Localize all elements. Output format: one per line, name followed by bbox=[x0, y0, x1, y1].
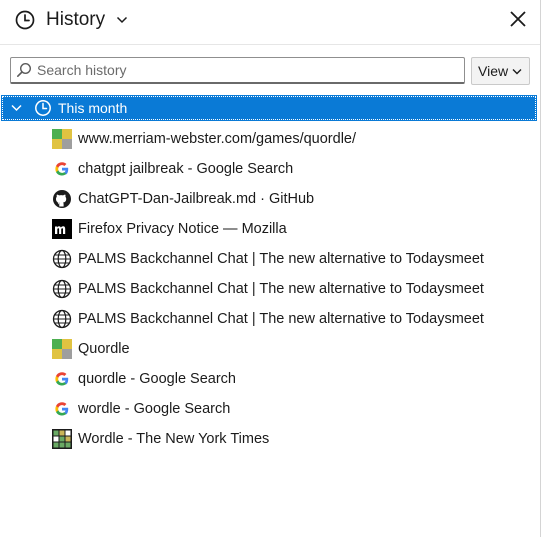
group-label: This month bbox=[58, 100, 128, 116]
view-button[interactable]: View bbox=[471, 57, 530, 85]
sidebar-splitter[interactable] bbox=[540, 0, 541, 537]
history-item[interactable]: PALMS Backchannel Chat | The new alterna… bbox=[52, 245, 532, 273]
history-item[interactable]: wordle - Google Search bbox=[52, 395, 532, 423]
github-icon bbox=[53, 190, 71, 208]
history-item-title: PALMS Backchannel Chat | The new alterna… bbox=[78, 281, 484, 297]
history-item[interactable]: ChatGPT-Dan-Jailbreak.md · GitHub bbox=[52, 185, 532, 213]
history-item-title: Wordle - The New York Times bbox=[78, 431, 270, 447]
history-item-title: PALMS Backchannel Chat | The new alterna… bbox=[78, 251, 484, 267]
history-item-title: chatgpt jailbreak - Google Search bbox=[78, 161, 294, 177]
view-button-label: View bbox=[478, 63, 509, 79]
chevron-down-icon[interactable] bbox=[11, 104, 22, 112]
clock-icon bbox=[15, 10, 35, 30]
sidebar-title[interactable]: History bbox=[46, 9, 105, 31]
quordle-favicon-icon bbox=[52, 339, 72, 359]
history-item-title: PALMS Backchannel Chat | The new alterna… bbox=[78, 311, 484, 327]
globe-icon bbox=[52, 279, 72, 299]
group-this-month[interactable]: This month bbox=[1, 95, 537, 121]
history-item-title: Firefox Privacy Notice — Mozilla bbox=[78, 221, 287, 237]
history-item-title: ChatGPT-Dan-Jailbreak.md · GitHub bbox=[78, 191, 315, 207]
google-icon bbox=[55, 402, 69, 416]
wordle-icon bbox=[52, 429, 72, 449]
globe-icon bbox=[52, 249, 72, 269]
history-item[interactable]: Quordle bbox=[52, 335, 532, 363]
history-item[interactable]: Wordle - The New York Times bbox=[52, 425, 532, 453]
history-sidebar: History View This month bbox=[0, 0, 540, 537]
mozilla-icon bbox=[52, 219, 72, 239]
search-field[interactable] bbox=[10, 57, 465, 84]
clock-icon bbox=[35, 100, 51, 116]
quordle-favicon-icon bbox=[52, 129, 72, 149]
search-input[interactable] bbox=[37, 58, 457, 82]
history-item[interactable]: PALMS Backchannel Chat | The new alterna… bbox=[52, 305, 532, 333]
globe-icon bbox=[52, 309, 72, 329]
sidebar-header: History bbox=[0, 0, 540, 45]
close-icon[interactable] bbox=[508, 9, 528, 29]
google-icon bbox=[55, 162, 69, 176]
history-item[interactable]: chatgpt jailbreak - Google Search bbox=[52, 155, 532, 183]
history-item-title: Quordle bbox=[78, 341, 130, 357]
history-item-title: www.merriam-webster.com/games/quordle/ bbox=[78, 131, 357, 147]
history-item[interactable]: www.merriam-webster.com/games/quordle/ bbox=[52, 125, 532, 153]
history-item[interactable]: PALMS Backchannel Chat | The new alterna… bbox=[52, 275, 532, 303]
history-item-title: wordle - Google Search bbox=[78, 401, 231, 417]
chevron-down-icon bbox=[512, 69, 522, 75]
chevron-down-icon[interactable] bbox=[116, 15, 128, 25]
search-icon bbox=[17, 62, 32, 77]
history-item[interactable]: Firefox Privacy Notice — Mozilla bbox=[52, 215, 532, 243]
history-item-title: quordle - Google Search bbox=[78, 371, 236, 387]
history-item[interactable]: quordle - Google Search bbox=[52, 365, 532, 393]
google-icon bbox=[55, 372, 69, 386]
